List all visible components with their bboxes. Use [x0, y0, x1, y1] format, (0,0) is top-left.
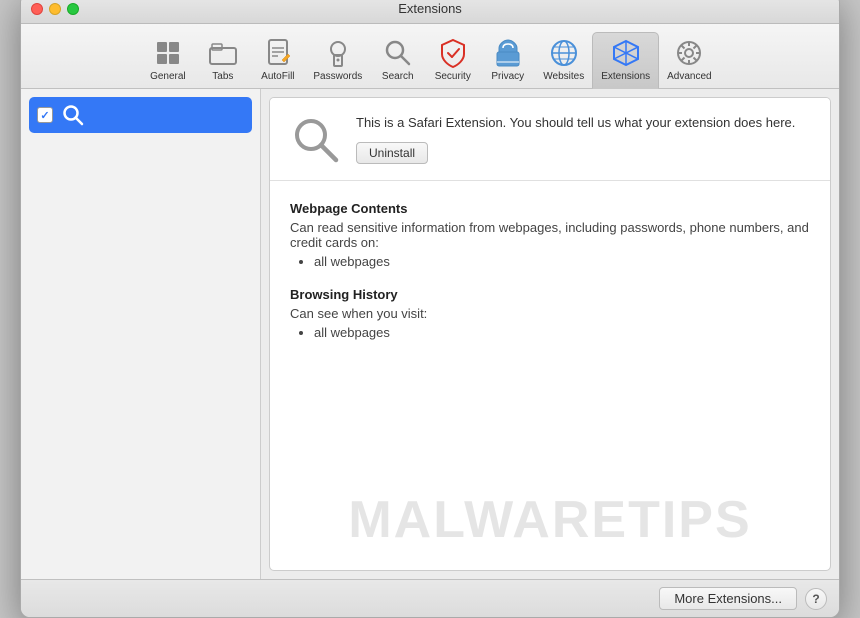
websites-label: Websites: [543, 71, 584, 82]
general-icon: [152, 37, 184, 69]
security-label: Security: [435, 71, 471, 82]
passwords-icon: [322, 37, 354, 69]
advanced-icon: [673, 37, 705, 69]
title-bar: Extensions: [21, 0, 839, 24]
extension-description: This is a Safari Extension. You should t…: [356, 114, 810, 132]
close-button[interactable]: [31, 3, 43, 15]
webpage-contents-list: all webpages: [290, 254, 810, 269]
webpage-contents-title: Webpage Contents: [290, 201, 810, 216]
list-item: all webpages: [314, 325, 810, 340]
privacy-label: Privacy: [491, 71, 524, 82]
passwords-label: Passwords: [313, 71, 362, 82]
extension-checkbox[interactable]: ✓: [37, 107, 53, 123]
window-title: Extensions: [398, 1, 462, 16]
browsing-history-list: all webpages: [290, 325, 810, 340]
help-button[interactable]: ?: [805, 588, 827, 610]
toolbar-item-tabs[interactable]: Tabs: [195, 33, 250, 88]
general-label: General: [150, 71, 186, 82]
toolbar: General Tabs Auto: [21, 24, 839, 89]
extensions-icon: [610, 37, 642, 69]
autofill-label: AutoFill: [261, 71, 294, 82]
websites-icon: [548, 37, 580, 69]
detail-panel: MALWARETIPS This is a Safari Extension. …: [269, 97, 831, 571]
toolbar-item-search[interactable]: Search: [370, 33, 425, 88]
extension-info: This is a Safari Extension. You should t…: [356, 114, 810, 164]
minimize-button[interactable]: [49, 3, 61, 15]
safari-extensions-window: Extensions General Tabs: [20, 0, 840, 618]
webpage-contents-desc: Can read sensitive information from webp…: [290, 220, 810, 250]
extension-detail-icon: [290, 114, 340, 164]
extension-header: This is a Safari Extension. You should t…: [270, 98, 830, 181]
more-extensions-button[interactable]: More Extensions...: [659, 587, 797, 610]
advanced-label: Advanced: [667, 71, 711, 82]
extensions-label: Extensions: [601, 71, 650, 82]
autofill-icon: [262, 37, 294, 69]
maximize-button[interactable]: [67, 3, 79, 15]
toolbar-item-passwords[interactable]: Passwords: [305, 33, 370, 88]
tabs-label: Tabs: [212, 71, 233, 82]
main-content: ✓ MALWARETIPS: [21, 89, 839, 579]
browsing-history-title: Browsing History: [290, 287, 810, 302]
list-item: all webpages: [314, 254, 810, 269]
toolbar-item-websites[interactable]: Websites: [535, 33, 592, 88]
permissions-section: Webpage Contents Can read sensitive info…: [270, 181, 830, 368]
search-label: Search: [382, 71, 414, 82]
search-icon: [382, 37, 414, 69]
sidebar: ✓: [21, 89, 261, 579]
toolbar-item-security[interactable]: Security: [425, 33, 480, 88]
watermark: MALWARETIPS: [270, 490, 830, 550]
toolbar-item-autofill[interactable]: AutoFill: [250, 33, 305, 88]
tabs-icon: [207, 37, 239, 69]
footer: More Extensions... ?: [21, 579, 839, 617]
browsing-history-desc: Can see when you visit:: [290, 306, 810, 321]
sidebar-item-search-ext[interactable]: ✓: [29, 97, 252, 133]
extension-sidebar-icon: [61, 103, 85, 127]
toolbar-item-extensions[interactable]: Extensions: [592, 32, 659, 89]
privacy-icon: [492, 37, 524, 69]
security-icon: [437, 37, 469, 69]
traffic-lights: [31, 3, 79, 15]
toolbar-item-privacy[interactable]: Privacy: [480, 33, 535, 88]
browsing-history-block: Browsing History Can see when you visit:…: [290, 287, 810, 340]
toolbar-item-general[interactable]: General: [140, 33, 195, 88]
watermark-text: MALWARETIPS: [348, 490, 751, 550]
uninstall-button[interactable]: Uninstall: [356, 142, 428, 164]
toolbar-item-advanced[interactable]: Advanced: [659, 33, 719, 88]
webpage-contents-block: Webpage Contents Can read sensitive info…: [290, 201, 810, 269]
